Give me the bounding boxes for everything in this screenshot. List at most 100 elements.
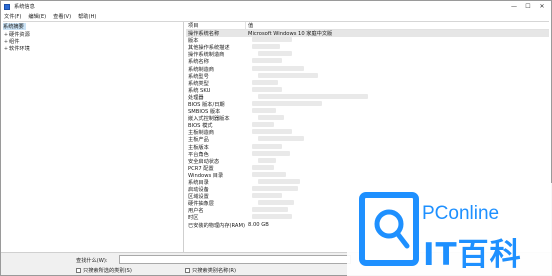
redacted-value	[252, 129, 292, 135]
row-value	[246, 79, 549, 87]
row-item: SMBIOS 版本	[188, 109, 221, 116]
table-row[interactable]: 系统名称	[186, 58, 549, 65]
tree-item-label: 软件环境	[9, 46, 30, 52]
table-row[interactable]: 嵌入式控制器版本	[186, 115, 549, 122]
table-row[interactable]: 主板版本	[186, 143, 549, 151]
row-value	[246, 164, 549, 172]
menu-help[interactable]: 帮助(H)	[78, 13, 96, 20]
close-button[interactable]: ✕	[535, 1, 549, 12]
row-value	[246, 72, 549, 80]
tree-item-label: 硬件资源	[9, 32, 30, 38]
table-row[interactable]: 安全启动状态	[186, 157, 549, 165]
row-item: Windows 目录	[188, 172, 224, 179]
table-row[interactable]: BIOS 版本/日期	[186, 100, 549, 108]
redacted-value	[258, 93, 368, 99]
table-row[interactable]: 版本	[186, 37, 549, 44]
redacted-value	[252, 193, 282, 199]
redacted-value	[252, 108, 276, 114]
row-item: BIOS 版本/日期	[188, 101, 225, 108]
redacted-value	[252, 65, 304, 71]
window-controls: — ☐ ✕	[507, 1, 549, 12]
redacted-value	[252, 79, 278, 85]
row-value	[246, 44, 549, 51]
row-item: PCR7 配置	[188, 165, 214, 172]
checkbox[interactable]	[185, 268, 190, 273]
table-header: 项目 值	[186, 22, 549, 30]
table-row[interactable]: 系统 SKU	[186, 86, 549, 94]
tree-item-system-summary[interactable]: 系统摘要	[3, 23, 26, 30]
tree-item-label: 系统摘要	[3, 24, 24, 30]
table-row[interactable]: PCR7 配置	[186, 164, 549, 172]
row-item: 区域设置	[188, 194, 209, 201]
tree-item-components[interactable]: + 组件	[3, 38, 21, 46]
maximize-button[interactable]: ☐	[521, 1, 535, 12]
tree-item-hardware-resources[interactable]: + 硬件资源	[3, 31, 32, 39]
find-label: 查找什么(W):	[76, 258, 108, 264]
table-row[interactable]: 主板产品	[186, 136, 549, 143]
redacted-value	[258, 72, 318, 78]
row-item: 系统目录	[188, 180, 209, 187]
row-item: 主板版本	[188, 144, 209, 151]
row-value	[246, 150, 549, 158]
row-item: 已安装的物理内存(RAM)	[188, 222, 245, 229]
row-value	[246, 51, 549, 58]
menu-edit[interactable]: 编辑(E)	[28, 13, 46, 20]
search-category-names-option[interactable]: 只搜索类别名称(R)	[185, 267, 236, 274]
row-value	[246, 108, 549, 115]
table-row[interactable]: 其他操作系统描述	[186, 44, 549, 51]
row-item: 操作系统名称	[186, 30, 246, 38]
row-item: 其他操作系统描述	[188, 45, 230, 52]
column-header-item[interactable]: 项目	[186, 22, 246, 29]
row-item: 用户名	[188, 208, 204, 215]
row-value	[246, 136, 549, 143]
table-row[interactable]: 操作系统名称 Microsoft Windows 10 家庭中文版	[186, 30, 549, 38]
table-row[interactable]: BIOS 模式	[186, 122, 549, 129]
menu-file[interactable]: 文件(F)	[4, 13, 21, 20]
minimize-button[interactable]: —	[507, 1, 521, 12]
search-selected-category-option[interactable]: 只搜索所选的类别(S)	[76, 267, 132, 274]
row-item: 系统制造商	[188, 66, 214, 73]
watermark-name: IT百科	[423, 237, 522, 273]
table-row[interactable]: 系统制造商	[186, 65, 549, 73]
table-row[interactable]: 处理器	[186, 93, 549, 101]
column-header-value[interactable]: 值	[246, 22, 549, 29]
redacted-value	[258, 157, 276, 163]
find-input[interactable]	[119, 255, 351, 264]
menu-view[interactable]: 查看(V)	[53, 13, 71, 20]
checkbox-label: 只搜索所选的类别(S)	[83, 268, 132, 274]
row-item: 主板产品	[188, 137, 209, 144]
row-value	[246, 58, 549, 65]
table-row[interactable]: 主板制造商	[186, 129, 549, 136]
tree-item-label: 组件	[9, 39, 20, 45]
checkbox-label: 只搜索类别名称(R)	[192, 268, 236, 274]
table-row[interactable]: 平台角色	[186, 150, 549, 158]
row-value	[246, 122, 549, 129]
table-row[interactable]: Windows 目录	[186, 171, 549, 179]
row-value	[246, 143, 549, 151]
row-value: Microsoft Windows 10 家庭中文版	[246, 30, 549, 38]
row-item: BIOS 模式	[188, 123, 213, 130]
redacted-value	[258, 115, 284, 121]
checkbox[interactable]	[76, 268, 81, 273]
redacted-value	[252, 150, 290, 156]
row-item: 系统名称	[188, 59, 209, 66]
system-info-app-icon	[4, 3, 10, 10]
table-row[interactable]: 操作系统制造商	[186, 51, 549, 58]
redacted-value	[252, 122, 274, 128]
redacted-value	[252, 86, 282, 92]
row-item: 系统类型	[188, 80, 209, 87]
tree-item-software-environment[interactable]: + 软件环境	[3, 45, 32, 53]
table-row[interactable]: 系统类型	[186, 79, 549, 87]
redacted-value	[252, 186, 298, 192]
pconline-logo-icon	[359, 192, 419, 266]
category-tree: 系统摘要 + 硬件资源 + 组件 + 软件环境	[3, 22, 184, 253]
redacted-value	[258, 179, 300, 185]
row-value	[246, 100, 549, 108]
table-row[interactable]: SMBIOS 版本	[186, 108, 549, 115]
row-item: 嵌入式控制器版本	[188, 116, 230, 123]
row-item: 硬件抽象层	[188, 201, 214, 208]
row-item: 处理器	[188, 94, 204, 101]
row-item: 版本	[188, 38, 199, 45]
table-row[interactable]: 系统型号	[186, 72, 549, 80]
window-title: 系统信息	[14, 4, 35, 10]
